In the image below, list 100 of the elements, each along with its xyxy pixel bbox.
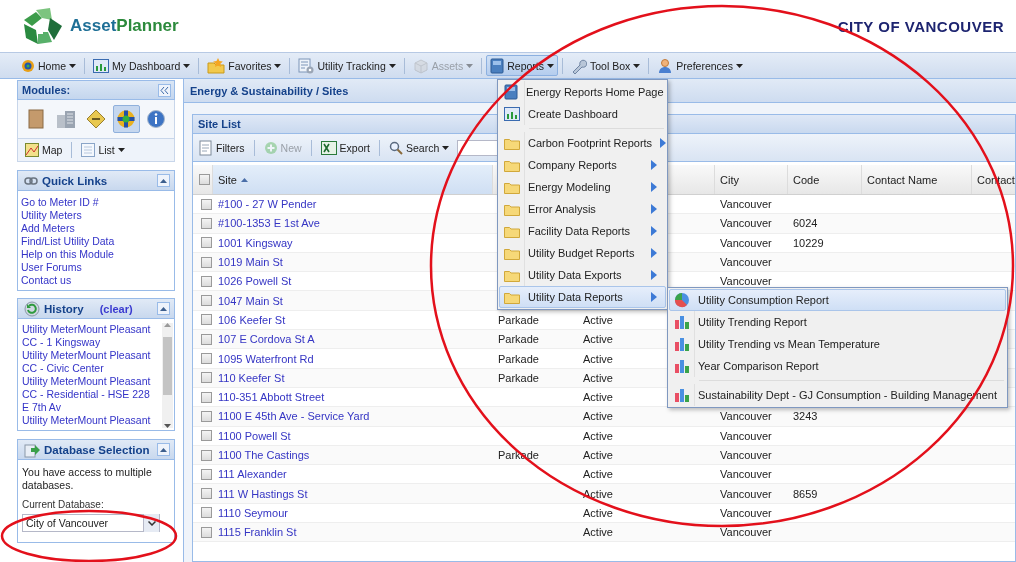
site-link[interactable]: 1047 Main St	[213, 294, 283, 307]
table-cell: Vancouver	[720, 410, 772, 423]
toolbar-button[interactable]: Tool Box	[567, 55, 645, 76]
column-header[interactable]: Contact Name	[862, 165, 972, 194]
checkbox[interactable]	[201, 372, 212, 384]
checkbox[interactable]	[201, 410, 212, 422]
submenu-arrow-icon	[651, 226, 657, 236]
checkbox[interactable]	[201, 468, 212, 480]
checkbox[interactable]	[201, 314, 212, 326]
table-cell: Vancouver	[720, 217, 772, 230]
sidebar-title: Modules:	[22, 84, 71, 96]
collapse-button[interactable]	[157, 174, 170, 187]
history-link[interactable]: Utility MeterMount Pleasant CC - Residential - HSE 228 E 7th Av	[22, 375, 159, 414]
submenu-arrow-icon	[651, 248, 657, 258]
site-link[interactable]: 1115 Franklin St	[213, 526, 297, 539]
site-link[interactable]: 1100 Powell St	[213, 429, 291, 442]
collapse-button[interactable]	[157, 443, 170, 456]
toolbar-button[interactable]: Favorites	[203, 55, 286, 76]
quick-link[interactable]: Go to Meter ID #	[21, 196, 99, 209]
quick-link[interactable]: User Forums	[21, 261, 82, 274]
view-button[interactable]: List	[77, 139, 129, 161]
site-link[interactable]: 111 Alexander	[213, 468, 287, 481]
toolbar-button[interactable]: Search	[384, 137, 454, 158]
table-cell: Active	[583, 313, 613, 326]
toolbar-button[interactable]: My Dashboard	[89, 55, 195, 76]
info-icon	[146, 109, 167, 129]
view-button[interactable]: Map	[21, 139, 67, 161]
checkbox[interactable]	[201, 449, 212, 461]
field-label: Current Database:	[22, 499, 104, 510]
column-header[interactable]: City	[715, 165, 788, 194]
site-link[interactable]: 1110 Seymour	[213, 506, 288, 519]
site-link[interactable]: 1100 The Castings	[213, 449, 310, 461]
module-button[interactable]	[112, 105, 140, 133]
dashboard-icon	[504, 107, 520, 121]
checkbox[interactable]	[201, 256, 212, 268]
site-link[interactable]: #100 - 27 W Pender	[213, 198, 317, 211]
plus-circle-icon	[263, 140, 278, 155]
table-cell: Active	[583, 410, 613, 423]
table-cell: 10229	[793, 236, 824, 249]
checkbox[interactable]	[201, 507, 212, 519]
checkbox[interactable]	[201, 353, 212, 364]
site-link[interactable]: 1026 Powell St	[213, 275, 292, 288]
table-cell: 3243	[793, 410, 818, 423]
quick-link[interactable]: Find/List Utility Data	[21, 235, 115, 248]
site-link[interactable]: 1100 E 45th Ave - Service Yard	[213, 410, 370, 423]
checkbox[interactable]	[199, 174, 210, 185]
toolbar-button[interactable]: Export	[316, 137, 374, 158]
checkbox[interactable]	[201, 198, 212, 210]
checkbox[interactable]	[201, 391, 212, 403]
site-link[interactable]: 107 E Cordova St A	[213, 333, 315, 346]
checkbox[interactable]	[201, 295, 212, 307]
checkbox[interactable]	[201, 526, 212, 538]
collapse-button[interactable]	[158, 83, 171, 97]
checkbox[interactable]	[201, 237, 212, 249]
report-book-icon	[490, 57, 505, 74]
site-link[interactable]: 110-351 Abbott Street	[213, 391, 325, 404]
history-link[interactable]: Utility MeterMount Pleasant CC - Civic Center	[22, 349, 159, 375]
collapse-button[interactable]	[157, 302, 170, 315]
quick-link[interactable]: Add Meters	[21, 222, 75, 235]
site-link[interactable]: 1001 Kingsway	[213, 236, 293, 249]
bar-chart-icon	[674, 359, 690, 373]
toolbar-button[interactable]: Preferences	[653, 55, 747, 76]
table-cell: Active	[583, 526, 613, 539]
checkbox[interactable]	[201, 217, 212, 229]
menu-item[interactable]: Utility Consumption Report	[669, 289, 1006, 311]
database-select[interactable]: City of Vancouver	[22, 514, 160, 532]
toolbar-button[interactable]: Utility Tracking	[294, 55, 400, 76]
quick-link[interactable]: Help on this Module	[21, 248, 114, 261]
site-link[interactable]: 1019 Main St	[213, 256, 283, 269]
toolbar-button[interactable]: Home	[17, 55, 80, 76]
site-link[interactable]: 1095 Waterfront Rd	[213, 352, 314, 365]
scrollbar[interactable]	[162, 323, 173, 428]
column-header[interactable]: Code	[788, 165, 862, 194]
folder-icon	[504, 202, 520, 216]
menu-item[interactable]: Utility Data Reports	[499, 286, 666, 308]
site-link[interactable]: 111 W Hastings St	[213, 487, 308, 500]
quick-link[interactable]: Utility Meters	[21, 209, 82, 222]
panel-title: Quick Links	[42, 174, 108, 187]
checkbox[interactable]	[201, 275, 212, 287]
site-link[interactable]: #100-1353 E 1st Ave	[213, 217, 320, 230]
table-cell: Active	[583, 352, 613, 365]
wrench-icon	[571, 57, 588, 74]
checkbox[interactable]	[201, 333, 212, 345]
column-header[interactable]: Site	[213, 165, 493, 194]
table-cell: Active	[583, 371, 613, 384]
site-link[interactable]: 106 Keefer St	[213, 313, 286, 326]
clear-link[interactable]: (clear)	[99, 302, 133, 315]
quick-link[interactable]: Contact us	[21, 274, 72, 287]
table-cell: Parkade	[498, 333, 539, 346]
book-icon	[26, 109, 45, 129]
site-link[interactable]: 110 Keefer St	[213, 371, 285, 384]
history-link[interactable]: Utility MeterMount Pleasant	[22, 414, 151, 427]
dashboard-icon	[93, 58, 109, 73]
checkbox[interactable]	[201, 488, 212, 500]
history-link[interactable]: Utility MeterMount Pleasant CC - 1 Kingsway	[22, 323, 159, 349]
checkbox[interactable]	[201, 430, 212, 442]
chevron-down-icon	[147, 520, 156, 526]
panel-title: History	[44, 302, 84, 315]
toolbar-button[interactable]: Filters	[195, 137, 249, 158]
sort-arrow-icon	[240, 177, 248, 182]
